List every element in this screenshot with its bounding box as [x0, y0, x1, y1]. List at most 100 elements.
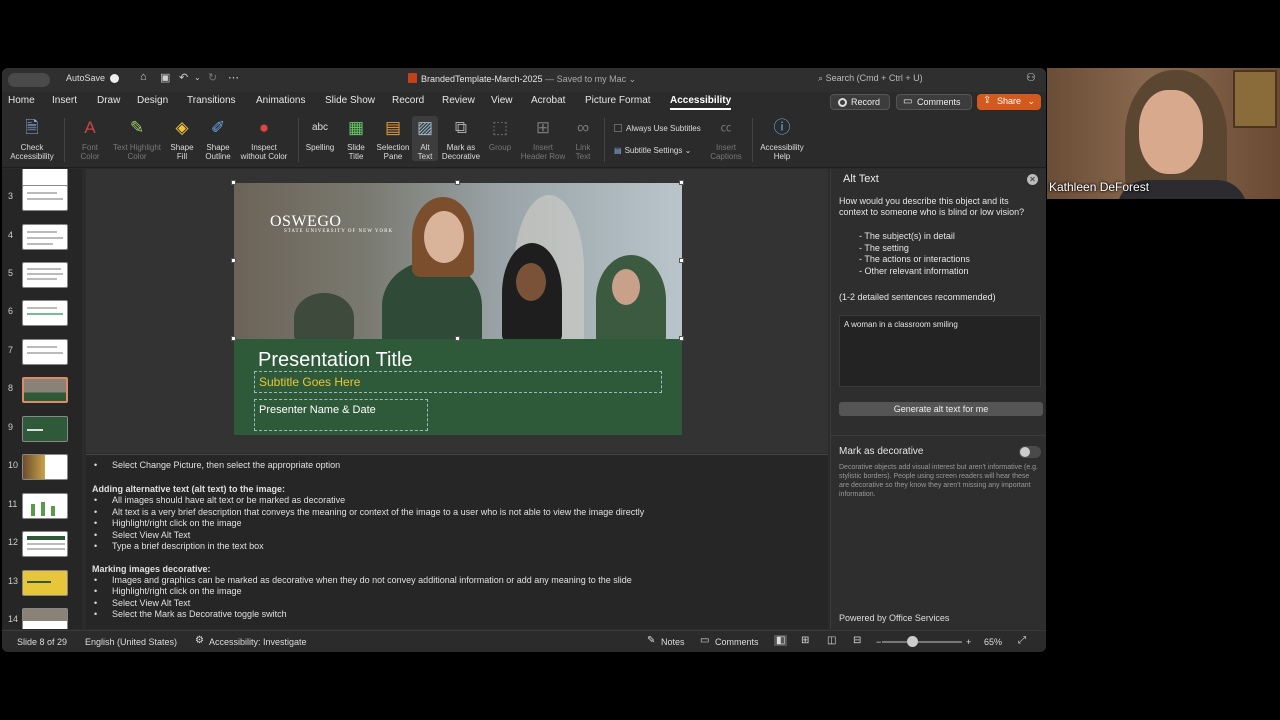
- slide-thumbnail[interactable]: 13: [2, 570, 82, 606]
- mark-as-decorative-button[interactable]: ⧉ Mark as Decorative: [438, 116, 484, 161]
- resize-handle[interactable]: [231, 258, 236, 263]
- mark-decorative-toggle[interactable]: [1019, 446, 1041, 458]
- zoom-slider-thumb[interactable]: [907, 636, 918, 647]
- selection-pane-button[interactable]: ▤ Selection Pane: [374, 116, 412, 161]
- ribbon-divider: [604, 118, 605, 162]
- share-button[interactable]: ⇪ Share ⌄: [977, 94, 1041, 110]
- accessibility-status[interactable]: Accessibility: Investigate: [209, 637, 307, 647]
- document-title[interactable]: BrandedTemplate-March-2025 — Saved to my…: [408, 73, 636, 85]
- participant-name: Kathleen DeForest: [1049, 180, 1150, 194]
- tab-review[interactable]: Review: [442, 95, 475, 106]
- slide-thumbnail[interactable]: 4: [2, 224, 82, 260]
- resize-handle[interactable]: [455, 336, 460, 341]
- slide-thumbnail[interactable]: 5: [2, 262, 82, 298]
- tab-picture-format[interactable]: Picture Format: [585, 95, 651, 106]
- tab-transitions[interactable]: Transitions: [187, 95, 236, 106]
- font-color-button: A Font Color: [70, 116, 110, 161]
- tab-animations[interactable]: Animations: [256, 95, 305, 106]
- inspect-without-color-button[interactable]: ● Inspect without Color: [236, 116, 292, 161]
- notes-line: Select View Alt Text: [94, 530, 190, 540]
- more-icon[interactable]: ⋯: [228, 71, 239, 84]
- accessibility-help-button[interactable]: ⓘ Accessibility Help: [756, 116, 808, 161]
- spelling-button[interactable]: abc Spelling: [302, 116, 338, 152]
- slideshow-icon[interactable]: ⊟: [853, 635, 861, 646]
- pen-outline-icon: ✐: [210, 118, 226, 137]
- normal-view-icon[interactable]: ◧: [774, 635, 788, 646]
- reading-view-icon[interactable]: ◫: [827, 635, 836, 646]
- alt-text-input[interactable]: A woman in a classroom smiling: [839, 315, 1041, 387]
- zoom-in-icon[interactable]: +: [966, 637, 971, 647]
- resize-handle[interactable]: [679, 180, 684, 185]
- subtitle-settings-dropdown[interactable]: ▤ Subtitle Settings ⌄: [614, 146, 691, 155]
- slide-thumbnail[interactable]: 3: [2, 185, 82, 221]
- slide-thumbnail[interactable]: 10: [2, 454, 82, 490]
- check-accessibility-icon: 🗎: [25, 118, 39, 137]
- zoom-out-icon[interactable]: −: [876, 637, 881, 647]
- slide-sorter-icon[interactable]: ⊞: [801, 635, 809, 646]
- powerpoint-window: AutoSave ⌂ ▣ ↶ ⌄ ↻ ⋯ BrandedTemplate-Mar…: [2, 68, 1046, 652]
- slide-title-button[interactable]: ▦ Slide Title: [338, 116, 374, 161]
- resize-handle[interactable]: [679, 336, 684, 341]
- zoom-level[interactable]: 65%: [984, 637, 1002, 647]
- alt-text-icon: ▨: [416, 118, 434, 137]
- home-icon[interactable]: ⌂: [140, 71, 147, 83]
- alt-text-button[interactable]: ▨ Alt Text: [412, 116, 438, 161]
- slide-photo[interactable]: OSWEGO STATE UNIVERSITY OF NEW YORK: [234, 183, 682, 339]
- check-accessibility-button[interactable]: 🗎 Check Accessibility: [6, 116, 58, 161]
- generate-alt-text-button[interactable]: Generate alt text for me: [839, 402, 1043, 416]
- zoom-slider[interactable]: [882, 641, 962, 643]
- ribbon-tabs: Home Insert Draw Design Transitions Anim…: [2, 92, 1046, 112]
- slide-thumbnail[interactable]: 6: [2, 300, 82, 336]
- ribbon-divider: [752, 118, 753, 162]
- powerpoint-file-icon: [408, 73, 417, 83]
- shape-outline-button[interactable]: ✐ Shape Outline: [200, 116, 236, 161]
- tab-draw[interactable]: Draw: [97, 95, 120, 106]
- tab-record[interactable]: Record: [392, 95, 424, 106]
- record-button[interactable]: Record: [830, 94, 890, 110]
- tab-insert[interactable]: Insert: [52, 95, 77, 106]
- search-box[interactable]: ⌕ Search (Cmd + Ctrl + U): [818, 73, 923, 84]
- resize-handle[interactable]: [231, 336, 236, 341]
- undo-icon[interactable]: ↶: [179, 71, 188, 84]
- fit-to-window-icon[interactable]: ⤢: [1018, 635, 1026, 646]
- pane-title: Alt Text: [843, 173, 879, 185]
- slide-presenter[interactable]: Presenter Name & Date: [254, 399, 428, 431]
- slide-thumbnail[interactable]: 9: [2, 416, 82, 452]
- slide-thumbnail-selected[interactable]: 8: [2, 377, 82, 413]
- record-icon: [838, 98, 847, 107]
- chevron-down-icon: ⌄: [684, 146, 692, 155]
- share-people-icon[interactable]: ⚇: [1026, 71, 1036, 84]
- resize-handle[interactable]: [455, 180, 460, 185]
- notes-button[interactable]: Notes: [661, 637, 685, 647]
- slide-thumbnail[interactable]: 12: [2, 531, 82, 567]
- insert-captions-button: ㏄ Insert Captions: [706, 116, 746, 161]
- notes-icon: ✎: [647, 635, 656, 646]
- tab-acrobat[interactable]: Acrobat: [531, 95, 565, 106]
- save-icon[interactable]: ▣: [160, 71, 170, 84]
- chevron-down-icon[interactable]: ⌄: [194, 73, 201, 82]
- comments-button[interactable]: ▭ Comments: [896, 94, 972, 110]
- tab-view[interactable]: View: [491, 95, 513, 106]
- slide-subtitle[interactable]: Subtitle Goes Here: [254, 371, 662, 393]
- autosave-toggle[interactable]: [110, 74, 119, 83]
- ribbon-divider: [64, 118, 65, 162]
- slide-title-icon: ▦: [347, 118, 365, 137]
- tab-home[interactable]: Home: [8, 95, 35, 106]
- language-status[interactable]: English (United States): [85, 637, 177, 647]
- slide-thumbnail[interactable]: 7: [2, 339, 82, 375]
- slide-title[interactable]: Presentation Title: [258, 349, 413, 372]
- tab-design[interactable]: Design: [137, 95, 168, 106]
- window-controls[interactable]: [8, 73, 50, 87]
- tab-slide-show[interactable]: Slide Show: [325, 95, 375, 106]
- highlighter-icon: ✎: [129, 118, 145, 137]
- close-icon[interactable]: ✕: [1027, 174, 1038, 185]
- tab-accessibility[interactable]: Accessibility: [670, 95, 732, 110]
- comments-status-button[interactable]: Comments: [715, 637, 759, 647]
- resize-handle[interactable]: [679, 258, 684, 263]
- slide-thumbnail[interactable]: 11: [2, 493, 82, 529]
- shape-fill-button[interactable]: ◈ Shape Fill: [164, 116, 200, 161]
- slide-thumbnail[interactable]: 14: [2, 608, 82, 629]
- resize-handle[interactable]: [231, 180, 236, 185]
- always-use-subtitles-checkbox[interactable]: Always Use Subtitles: [614, 124, 701, 133]
- speaker-notes[interactable]: Select Change Picture, then select the a…: [86, 454, 828, 629]
